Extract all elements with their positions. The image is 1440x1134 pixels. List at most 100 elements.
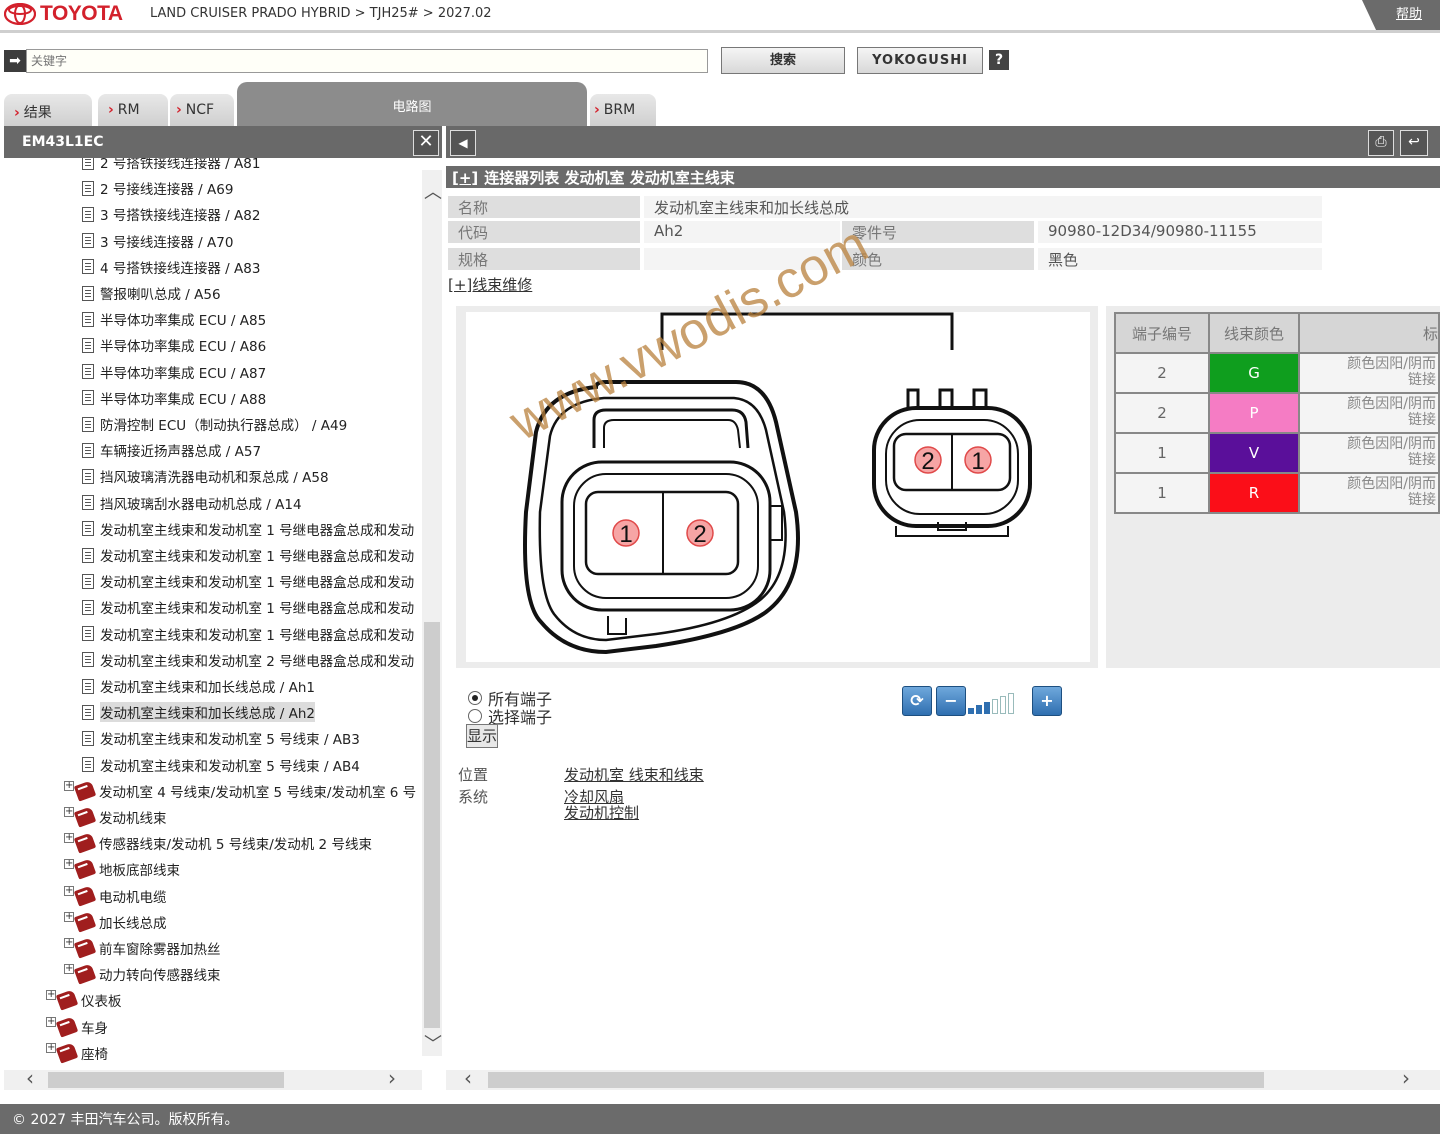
- tab-label: NCF: [185, 102, 215, 118]
- scroll-down-icon[interactable]: ﹀: [424, 1030, 442, 1056]
- expand-icon[interactable]: +: [64, 938, 74, 948]
- expand-icon[interactable]: +: [64, 911, 74, 922]
- tree-item[interactable]: + 前车窗除雾器加热丝: [64, 937, 221, 959]
- tree-item[interactable]: 半导体功率集成 ECU / A88: [82, 387, 266, 409]
- expand-icon[interactable]: +: [64, 807, 74, 817]
- tree-item[interactable]: + 座椅: [46, 1042, 108, 1064]
- radio-unselected-icon[interactable]: [468, 709, 482, 723]
- tree-scroll-thumb[interactable]: [424, 622, 440, 1028]
- note-link[interactable]: 链接: [1300, 412, 1436, 428]
- tree-item[interactable]: + 发动机线束: [64, 806, 167, 828]
- tree-item[interactable]: + 发动机室 4 号线束/发动机室 5 号线束/发动机室 6 号: [64, 780, 416, 802]
- tree-item[interactable]: 发动机室主线束和发动机室 5 号线束 / AB3: [82, 727, 360, 749]
- tree-item[interactable]: 挡风玻璃刮水器电动机总成 / A14: [82, 492, 302, 514]
- pin-label: 1: [619, 521, 632, 548]
- tree-item[interactable]: + 仪表板: [46, 989, 122, 1011]
- tree-item[interactable]: 发动机室主线束和加长线总成 / Ah2: [82, 701, 316, 723]
- tree-item[interactable]: 车辆接近扬声器总成 / A57: [82, 439, 261, 461]
- tree-item[interactable]: 挡风玻璃清洗器电动机和泵总成 / A58: [82, 465, 329, 487]
- zoom-level-indicator[interactable]: [968, 690, 1032, 714]
- tab-brm[interactable]: › BRM: [590, 94, 656, 126]
- tree-item[interactable]: 半导体功率集成 ECU / A87: [82, 361, 266, 383]
- tree-item[interactable]: + 电动机电缆: [64, 884, 167, 907]
- tree-item[interactable]: 半导体功率集成 ECU / A86: [82, 334, 266, 356]
- help-question-icon[interactable]: ?: [989, 50, 1009, 70]
- note-link[interactable]: 链接: [1300, 492, 1436, 508]
- tree-item[interactable]: 防滑控制 ECU（制动执行器总成） / A49: [82, 413, 347, 435]
- zoom-in-icon[interactable]: +: [1032, 686, 1062, 716]
- expand-icon[interactable]: +: [46, 1042, 56, 1053]
- note-link[interactable]: 链接: [1300, 372, 1436, 388]
- expand-connector-list[interactable]: [+]: [452, 169, 478, 187]
- tree-item[interactable]: 警报喇叭总成 / A56: [82, 282, 221, 304]
- collapse-left-icon[interactable]: ◀: [450, 130, 476, 156]
- expand-icon[interactable]: +: [46, 990, 56, 1001]
- tree-item-label: 3 号搭铁接线连接器 / A82: [100, 208, 261, 225]
- zoom-out-icon[interactable]: −: [936, 686, 966, 716]
- scroll-left-icon[interactable]: ‹: [464, 1066, 472, 1090]
- search-button[interactable]: 搜索: [721, 47, 845, 74]
- zoom-level-bar[interactable]: [968, 708, 974, 714]
- scroll-up-icon[interactable]: ︿: [424, 178, 442, 204]
- print-icon[interactable]: ⎙: [1368, 130, 1394, 156]
- tree-item[interactable]: 发动机室主线束和发动机室 1 号继电器盒总成和发动: [82, 518, 414, 540]
- document-icon: [82, 311, 94, 327]
- wire-color-cell: R: [1208, 472, 1300, 514]
- close-panel-button[interactable]: ✕: [413, 130, 439, 156]
- tree-item[interactable]: 发动机室主线束和发动机室 1 号继电器盒总成和发动: [82, 596, 414, 618]
- scroll-right-icon[interactable]: ›: [388, 1066, 396, 1090]
- tree-item[interactable]: 发动机室主线束和发动机室 1 号继电器盒总成和发动: [82, 544, 414, 566]
- zoom-level-bar[interactable]: [992, 699, 998, 714]
- expand-icon[interactable]: +: [64, 859, 74, 870]
- zoom-level-bar[interactable]: [1000, 696, 1006, 714]
- expand-icon[interactable]: +: [46, 1016, 56, 1027]
- tree-hscroll-thumb[interactable]: [48, 1072, 284, 1088]
- harness-repair-link[interactable]: [+]线束维修: [448, 274, 532, 295]
- tree-item[interactable]: 2 号接线连接器 / A69: [82, 177, 233, 199]
- tree-item[interactable]: 3 号搭铁接线连接器 / A82: [82, 203, 260, 225]
- help-link[interactable]: 帮助: [1396, 3, 1422, 22]
- tab-rm[interactable]: › RM: [98, 94, 168, 126]
- expand-icon[interactable]: +: [64, 885, 74, 896]
- note-link[interactable]: 链接: [1300, 452, 1436, 468]
- expand-icon[interactable]: +: [64, 964, 74, 975]
- tree-item[interactable]: 发动机室主线束和发动机室 1 号继电器盒总成和发动: [82, 570, 414, 592]
- location-link[interactable]: 发动机室 线束和线束: [564, 764, 704, 785]
- system-link-engine-control[interactable]: 发动机控制: [564, 802, 639, 823]
- scroll-right-icon[interactable]: ›: [1402, 1066, 1410, 1090]
- zoom-level-bar[interactable]: [984, 702, 990, 714]
- pin-label: 2: [693, 521, 706, 548]
- tree-item[interactable]: + 传感器线束/发动机 5 号线束/发动机 2 号线束: [64, 832, 372, 854]
- radio-selected-icon[interactable]: [468, 691, 482, 705]
- document-icon: [82, 495, 94, 511]
- return-icon[interactable]: ↩: [1400, 130, 1428, 156]
- tree-item[interactable]: 3 号接线连接器 / A70: [82, 230, 233, 252]
- tree-item[interactable]: 发动机室主线束和发动机室 5 号线束 / AB4: [82, 754, 360, 776]
- zoom-level-bar[interactable]: [1008, 693, 1014, 714]
- tab-results[interactable]: › 结果: [4, 94, 92, 126]
- scroll-left-icon[interactable]: ‹: [26, 1066, 34, 1090]
- content-hscroll-thumb[interactable]: [488, 1072, 1264, 1088]
- expand-icon[interactable]: +: [64, 833, 74, 844]
- zoom-level-bar[interactable]: [976, 705, 982, 714]
- tree-item[interactable]: 4 号搭铁接线连接器 / A83: [82, 256, 260, 278]
- tab-ncf[interactable]: › NCF: [170, 94, 234, 126]
- yokogushi-button[interactable]: YOKOGUSHI: [857, 47, 983, 74]
- search-input[interactable]: [26, 49, 708, 73]
- tree-item[interactable]: 发动机室主线束和加长线总成 / Ah1: [82, 675, 315, 697]
- expand-icon[interactable]: +: [64, 780, 74, 791]
- tree-item[interactable]: + 车身: [46, 1015, 108, 1038]
- tree-item[interactable]: 2 号搭铁接线连接器 / A81: [82, 158, 260, 173]
- tree-item[interactable]: 发动机室主线束和发动机室 1 号继电器盒总成和发动: [82, 623, 414, 645]
- show-button[interactable]: 显示: [466, 724, 498, 748]
- tree-item[interactable]: 发动机室主线束和发动机室 2 号继电器盒总成和发动: [82, 649, 414, 671]
- tree-item[interactable]: 半导体功率集成 ECU / A85: [82, 308, 266, 330]
- tree-item-label: 车身: [81, 1020, 108, 1037]
- rotate-icon[interactable]: ⟳: [902, 686, 932, 716]
- help-tab[interactable]: 帮助: [1362, 0, 1440, 30]
- tree-item[interactable]: + 加长线总成: [64, 911, 167, 933]
- tree-item[interactable]: + 地板底部线束: [64, 858, 180, 880]
- document-icon: [82, 233, 94, 249]
- tree-item[interactable]: + 动力转向传感器线束: [64, 963, 221, 985]
- tab-circuit-diagram[interactable]: 电路图: [237, 82, 587, 126]
